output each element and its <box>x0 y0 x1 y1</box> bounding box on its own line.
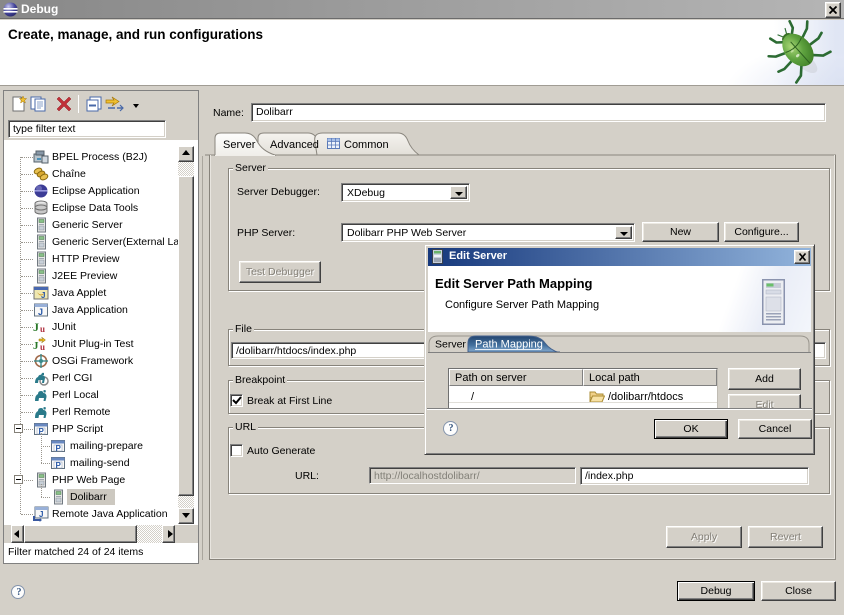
svg-text:J: J <box>33 340 39 352</box>
svg-text:J: J <box>33 320 39 334</box>
svg-text:Advanced: Advanced <box>270 139 319 151</box>
svg-text:P: P <box>56 444 62 453</box>
svg-text:Server: Server <box>435 339 466 351</box>
svg-text:P: P <box>56 461 62 470</box>
svg-text:u: u <box>40 342 45 352</box>
svg-text:Server: Server <box>223 139 256 151</box>
svg-text:J: J <box>41 291 45 300</box>
svg-text:Path Mapping: Path Mapping <box>475 339 543 351</box>
svg-text:J: J <box>38 307 43 317</box>
svg-text:u: u <box>40 324 45 334</box>
svg-text:J: J <box>39 510 43 519</box>
svg-text:Common: Common <box>344 139 389 151</box>
